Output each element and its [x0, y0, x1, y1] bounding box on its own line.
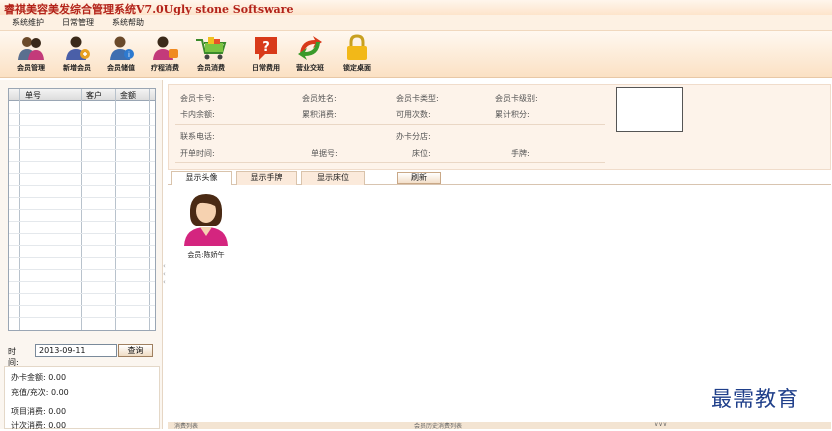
- row-divider: [9, 293, 155, 294]
- lock-icon: [347, 34, 367, 60]
- query-button[interactable]: 查询: [118, 344, 153, 357]
- label-open-time: 开单时间:: [180, 149, 215, 158]
- menu-bar: 系统维护 日常管理 系统帮助: [0, 15, 832, 31]
- toolbar-shift-handover-button[interactable]: 营业交班: [287, 34, 333, 76]
- date-value: 2013-09-11: [39, 346, 86, 355]
- member-deposit-icon: i: [110, 36, 134, 60]
- menu-daily-management[interactable]: 日常管理: [62, 17, 94, 28]
- label-usable-times: 可用次数:: [396, 110, 431, 119]
- row-divider: [9, 149, 155, 150]
- date-label: 时间:: [8, 347, 19, 367]
- summary-recharge: 充值/充次: 0.00: [11, 388, 69, 397]
- summary-item-consumption: 项目消费: 0.00: [11, 407, 67, 416]
- label-bill-number: 单据号:: [311, 149, 338, 158]
- svg-text:i: i: [128, 51, 130, 59]
- row-divider: [9, 305, 155, 306]
- row-divider: [9, 185, 155, 186]
- member-card[interactable]: 会员:陈娇午: [180, 190, 232, 260]
- expense-icon: ?: [255, 37, 277, 60]
- collapse-panel-handle[interactable]: ‹ ‹ ‹: [163, 262, 166, 286]
- label-member-name: 会员姓名:: [302, 94, 337, 103]
- label-bed: 床位:: [412, 149, 431, 158]
- row-divider: [9, 113, 155, 114]
- bottom-strip: 消费列表 会员历史消费列表 ∨∨∨: [168, 421, 831, 430]
- tab-show-avatar[interactable]: 显示头像: [171, 171, 232, 185]
- label-card-balance: 卡内余额:: [180, 110, 215, 119]
- summary-panel: 办卡金额: 0.00 充值/充次: 0.00 项目消费: 0.00 计次消费: …: [4, 366, 160, 430]
- shift-handover-icon: [298, 36, 322, 60]
- row-divider: [9, 197, 155, 198]
- row-divider: [9, 221, 155, 222]
- row-divider: [9, 137, 155, 138]
- row-divider: [9, 245, 155, 246]
- toolbar-member-deposit-button[interactable]: i 会员储值: [98, 34, 144, 76]
- info-divider: [175, 162, 605, 163]
- label-total-spent: 累积消费:: [302, 110, 337, 119]
- members-icon: [18, 37, 44, 60]
- toolbar-daily-expense-button[interactable]: ? 日常费用: [243, 34, 289, 76]
- row-divider: [9, 317, 155, 318]
- refresh-button[interactable]: 刷新: [397, 172, 441, 184]
- label-wristband: 手牌:: [511, 149, 530, 158]
- expand-arrows-icon[interactable]: ∨∨∨: [654, 421, 667, 428]
- row-divider: [9, 161, 155, 162]
- toolbar-lock-desktop-button[interactable]: 锁定桌面: [334, 34, 380, 76]
- row-divider: [9, 257, 155, 258]
- tab-show-wristband[interactable]: 显示手牌: [236, 171, 297, 185]
- info-divider: [175, 124, 605, 125]
- date-picker[interactable]: 2013-09-11 ▼: [35, 344, 144, 357]
- tab-show-bed[interactable]: 显示床位: [301, 171, 365, 185]
- row-divider: [9, 173, 155, 174]
- column-header-order-no[interactable]: 单号: [25, 90, 41, 101]
- watermark: 最需教育: [711, 387, 799, 411]
- toolbar-member-consumption-button[interactable]: 会员消费: [188, 34, 234, 76]
- row-divider: [9, 125, 155, 126]
- row-divider: [9, 209, 155, 210]
- order-table-header: 单号 客户 金额: [9, 89, 155, 101]
- toolbar-treatment-button[interactable]: 疗程消费: [142, 34, 188, 76]
- label-card-type: 会员卡类型:: [396, 94, 439, 103]
- column-header-amount[interactable]: 金额: [120, 90, 136, 101]
- row-divider: [9, 281, 155, 282]
- toolbar-member-management-button[interactable]: 会员管理: [8, 34, 54, 76]
- label-card-number: 会员卡号:: [180, 94, 215, 103]
- summary-card-amount: 办卡金额: 0.00: [11, 373, 67, 382]
- row-divider: [9, 269, 155, 270]
- add-member-icon: [66, 36, 90, 60]
- toolbar: 会员管理 新增会员 i 会员储值 疗程消费 会员消费 ? 日常费用 营业交班 锁…: [0, 31, 832, 78]
- title-bar: 睿祺美容美发综合管理系统V7.0Ugly stone Softsware: [0, 0, 832, 16]
- order-table[interactable]: 单号 客户 金额: [8, 88, 156, 331]
- row-divider: [9, 233, 155, 234]
- toolbar-add-member-button[interactable]: 新增会员: [54, 34, 100, 76]
- label-phone: 联系电话:: [180, 132, 215, 141]
- summary-count-consumption: 计次消费: 0.00: [11, 421, 67, 430]
- member-photo: [616, 87, 683, 132]
- menu-system-maintenance[interactable]: 系统维护: [12, 17, 44, 28]
- label-card-level: 会员卡级别:: [495, 94, 538, 103]
- label-branch: 办卡分店:: [396, 132, 431, 141]
- member-name-label: 会员:陈娇午: [187, 251, 225, 259]
- label-total-points: 累计积分:: [495, 110, 530, 119]
- column-header-customer[interactable]: 客户: [86, 90, 102, 101]
- svg-text:?: ?: [262, 40, 270, 55]
- treatment-icon: [153, 36, 178, 60]
- shopping-cart-icon: [196, 37, 227, 60]
- female-member-avatar-icon: [184, 194, 228, 246]
- menu-system-help[interactable]: 系统帮助: [112, 17, 144, 28]
